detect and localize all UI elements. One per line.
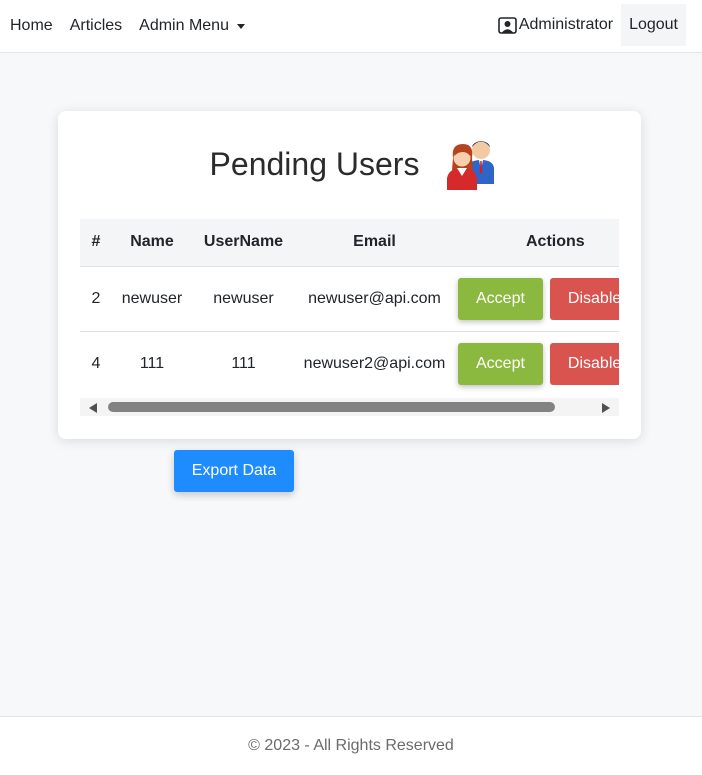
cell-email: newuser2@api.com <box>295 330 454 396</box>
disable-button[interactable]: Disable <box>549 342 619 385</box>
scroll-left-arrow-icon[interactable] <box>89 403 97 413</box>
scrollbar-thumb[interactable] <box>108 402 555 412</box>
cell-name: 111 <box>112 330 192 396</box>
pending-users-table: # Name UserName Email Actions 2 newuser … <box>80 219 619 396</box>
accept-button[interactable]: Accept <box>458 342 543 385</box>
table-header-row: # Name UserName Email Actions <box>80 219 619 266</box>
user-profile-link[interactable]: Administrator <box>498 16 613 34</box>
cell-id: 4 <box>80 330 112 396</box>
header-num: # <box>91 233 101 251</box>
admin-menu-label: Admin Menu <box>139 17 229 34</box>
export-data-button[interactable]: Export Data <box>174 450 294 492</box>
cell-id: 2 <box>80 265 112 331</box>
admin-menu-dropdown[interactable]: Admin Menu <box>139 17 245 35</box>
page-footer: © 2023 - All Rights Reserved <box>0 716 702 775</box>
header-actions: Actions <box>526 233 585 251</box>
copyright-text: © 2023 - All Rights Reserved <box>248 737 454 754</box>
header-email: Email <box>353 233 396 251</box>
user-badge-icon <box>498 16 517 34</box>
users-table-container[interactable]: # Name UserName Email Actions 2 newuser … <box>80 219 619 416</box>
card-header: Pending Users <box>58 136 641 192</box>
scroll-right-arrow-icon[interactable] <box>602 403 610 413</box>
users-icon <box>447 141 495 190</box>
cell-email: newuser@api.com <box>295 265 454 331</box>
cell-username: 111 <box>192 330 295 396</box>
cell-name: newuser <box>112 265 192 331</box>
disable-button[interactable]: Disable <box>549 277 619 320</box>
nav-user-area: Administrator Logout <box>498 4 686 46</box>
cell-actions: Accept Disable <box>454 330 619 396</box>
nav-articles-link[interactable]: Articles <box>70 17 122 35</box>
accept-button[interactable]: Accept <box>458 277 543 320</box>
page-title: Pending Users <box>209 145 420 182</box>
header-name: Name <box>130 233 174 251</box>
logout-button[interactable]: Logout <box>621 4 686 46</box>
user-name-label: Administrator <box>518 16 614 33</box>
top-navbar: Home Articles Admin Menu Administrator L… <box>0 0 702 53</box>
cell-username: newuser <box>192 265 295 331</box>
caret-down-icon <box>236 23 245 29</box>
table-row: 2 newuser newuser newuser@api.com Accept… <box>80 265 619 331</box>
horizontal-scrollbar[interactable] <box>80 398 619 416</box>
header-username: UserName <box>203 233 284 251</box>
table-row: 4 111 111 newuser2@api.com Accept Disable <box>80 330 619 396</box>
nav-home-link[interactable]: Home <box>10 17 53 35</box>
cell-actions: Accept Disable <box>454 265 619 331</box>
pending-users-card: Pending Users # Name UserName Email Acti… <box>58 111 641 439</box>
